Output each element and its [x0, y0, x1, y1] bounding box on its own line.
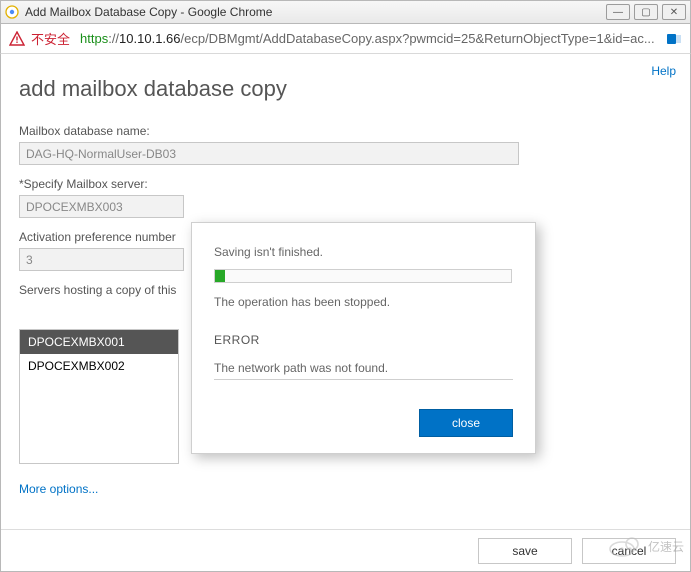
error-message: The network path was not found. [214, 361, 513, 375]
list-item[interactable]: DPOCEXMBX001 [20, 330, 178, 354]
stopped-status-text: The operation has been stopped. [214, 295, 513, 309]
outlook-app-icon [666, 31, 682, 47]
insecure-warning-icon [9, 31, 25, 47]
close-button[interactable]: close [419, 409, 513, 437]
favicon-icon [5, 5, 19, 19]
progress-fill [215, 270, 225, 282]
db-name-input[interactable] [19, 142, 519, 165]
saving-status-text: Saving isn't finished. [214, 245, 513, 259]
maximize-button[interactable]: ▢ [634, 4, 658, 20]
url-text[interactable]: https://10.10.1.66/ecp/DBMgmt/AddDatabas… [80, 31, 658, 46]
page-title: add mailbox database copy [1, 54, 690, 102]
page-canvas: Help add mailbox database copy Mailbox d… [0, 54, 691, 572]
pref-input[interactable] [19, 248, 184, 271]
page-footer: save cancel [1, 529, 690, 571]
window-controls: — ▢ ✕ [606, 4, 686, 20]
window-titlebar: Add Mailbox Database Copy - Google Chrom… [0, 0, 691, 24]
progress-bar [214, 269, 512, 283]
save-button[interactable]: save [478, 538, 572, 564]
cancel-button[interactable]: cancel [582, 538, 676, 564]
server-input[interactable] [19, 195, 184, 218]
help-link[interactable]: Help [651, 64, 676, 78]
server-label: *Specify Mailbox server: [19, 177, 672, 191]
minimize-button[interactable]: — [606, 4, 630, 20]
list-item[interactable]: DPOCEXMBX002 [20, 354, 178, 378]
address-bar: 不安全 https://10.10.1.66/ecp/DBMgmt/AddDat… [0, 24, 691, 54]
divider [214, 379, 513, 380]
insecure-label: 不安全 [31, 29, 70, 48]
error-dialog: Saving isn't finished. The operation has… [191, 222, 536, 454]
error-heading: ERROR [214, 333, 513, 347]
server-list[interactable]: DPOCEXMBX001 DPOCEXMBX002 [19, 329, 179, 464]
db-name-label: Mailbox database name: [19, 124, 672, 138]
window-close-button[interactable]: ✕ [662, 4, 686, 20]
window-title: Add Mailbox Database Copy - Google Chrom… [25, 5, 272, 19]
more-options-link[interactable]: More options... [19, 482, 98, 496]
